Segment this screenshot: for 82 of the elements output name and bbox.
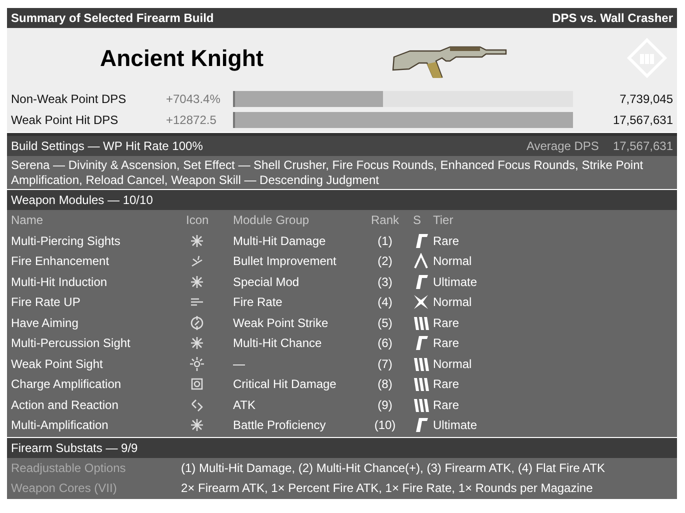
module-group: Multi-Hit Chance (233, 336, 357, 350)
module-rank: (4) (376, 295, 394, 310)
module-name: Action and Reaction (11, 398, 120, 412)
dps-label: Weak Point Hit DPS (11, 112, 120, 126)
dps-bonus: +12872.5 (166, 112, 218, 126)
substat-value: 2× Firearm ATK, 1× Percent Fire ATK, 1× Fire Rate, 1× Rounds per Magazine (181, 480, 594, 494)
target-icon (190, 316, 204, 330)
module-name: Have Aiming (11, 316, 80, 330)
star-symbol-icon (413, 294, 429, 310)
bracket-symbol-icon (413, 417, 429, 434)
burst-icon (190, 336, 204, 350)
module-group: Weak Point Strike (233, 316, 357, 330)
module-name: Multi-Piercing Sights (11, 234, 122, 248)
module-rank: (1) (376, 234, 394, 248)
module-name: Multi-Hit Induction (11, 274, 108, 289)
frame-icon (190, 377, 204, 392)
weapon-name: Ancient Knight (100, 44, 265, 72)
dps-bonus: +7043.4% (166, 92, 222, 106)
substats-title: Firearm Substats — 9/9 (11, 440, 138, 454)
module-rank: (3) (376, 274, 394, 289)
bars-symbol-icon (413, 396, 429, 413)
column-header: S (413, 213, 422, 228)
bars-symbol-icon (413, 314, 429, 331)
tier-label: Rare (433, 234, 460, 248)
average-dps-value: 17,567,631 (612, 139, 673, 153)
header-title: Summary of Selected Firearm Build (11, 11, 214, 25)
module-group: Special Mod (233, 274, 357, 289)
dps-label: Non-Weak Point DPS (11, 92, 128, 106)
column-header: Icon (186, 213, 210, 228)
module-group: Multi-Hit Damage (233, 234, 357, 248)
module-name: Multi-Amplification (11, 418, 110, 432)
bracket-symbol-icon (413, 274, 429, 290)
module-name: Multi-Percussion Sight (11, 336, 132, 350)
burst-icon (190, 418, 204, 432)
column-header: Name (11, 213, 44, 228)
chevron-symbol-icon (413, 253, 429, 270)
dps-value: 17,567,631 (612, 112, 673, 126)
module-group: ATK (233, 398, 357, 412)
module-group: Fire Rate (233, 295, 357, 310)
module-name: Weak Point Sight (11, 356, 104, 371)
module-rank: (10) (373, 418, 397, 432)
substat-value: (1) Multi-Hit Damage, (2) Multi-Hit Chance(+), (3) Firearm ATK, (4) Flat Fire ATK (181, 460, 606, 474)
module-rank: (2) (376, 254, 394, 268)
module-name: Fire Enhancement (11, 254, 110, 268)
bracket-symbol-icon (413, 232, 429, 249)
substat-label: Weapon Cores (VII) (11, 480, 118, 494)
module-rank: (8) (376, 377, 394, 392)
build-description: Serena — Divinity & Ascension, Set Effect — Shell Crusher, Fire Focus Rounds, Enhanced Focus Rounds, Strike Point Amplification, Reload Cancel, Weapon Skill — Descending Judgment (7, 156, 677, 189)
tier-label: Ultimate (433, 274, 478, 289)
substat-label: Readjustable Options (11, 460, 127, 474)
bars-symbol-icon (413, 376, 429, 392)
burst-icon (190, 234, 204, 248)
module-group: Battle Proficiency (233, 418, 357, 432)
module-name: Charge Amplification (11, 377, 122, 392)
column-header: Rank (370, 213, 400, 228)
sun-icon (190, 356, 204, 371)
tier-label: Normal (433, 356, 473, 371)
average-dps-label: Average DPS (526, 139, 599, 153)
tier-label: Rare (433, 316, 460, 330)
column-header: Tier (433, 213, 454, 228)
module-group: Critical Hit Damage (233, 377, 357, 392)
module-name: Fire Rate UP (11, 295, 82, 310)
tier-label: Normal (433, 295, 473, 310)
module-rank: (6) (376, 336, 394, 350)
module-group: — (233, 356, 357, 371)
tier-label: Rare (433, 377, 460, 392)
bars-symbol-icon (413, 356, 429, 372)
module-rank: (9) (376, 398, 394, 412)
column-header: Module Group (233, 213, 310, 228)
tier-label: Normal (433, 254, 473, 268)
build-settings-title: Build Settings — WP Hit Rate 100% (11, 139, 203, 153)
tier-label: Ultimate (433, 418, 478, 432)
modules-title: Weapon Modules — 10/10 (11, 193, 153, 207)
module-rank: (7) (376, 356, 394, 371)
burst-icon (190, 274, 204, 289)
bracket-symbol-icon (413, 335, 429, 352)
module-group: Bullet Improvement (233, 254, 357, 268)
header-subtitle: DPS vs. Wall Crasher (552, 11, 673, 25)
tier-label: Rare (433, 336, 460, 350)
dps-value: 7,739,045 (618, 92, 673, 106)
tier-label: Rare (433, 398, 460, 412)
module-rank: (5) (376, 316, 394, 330)
